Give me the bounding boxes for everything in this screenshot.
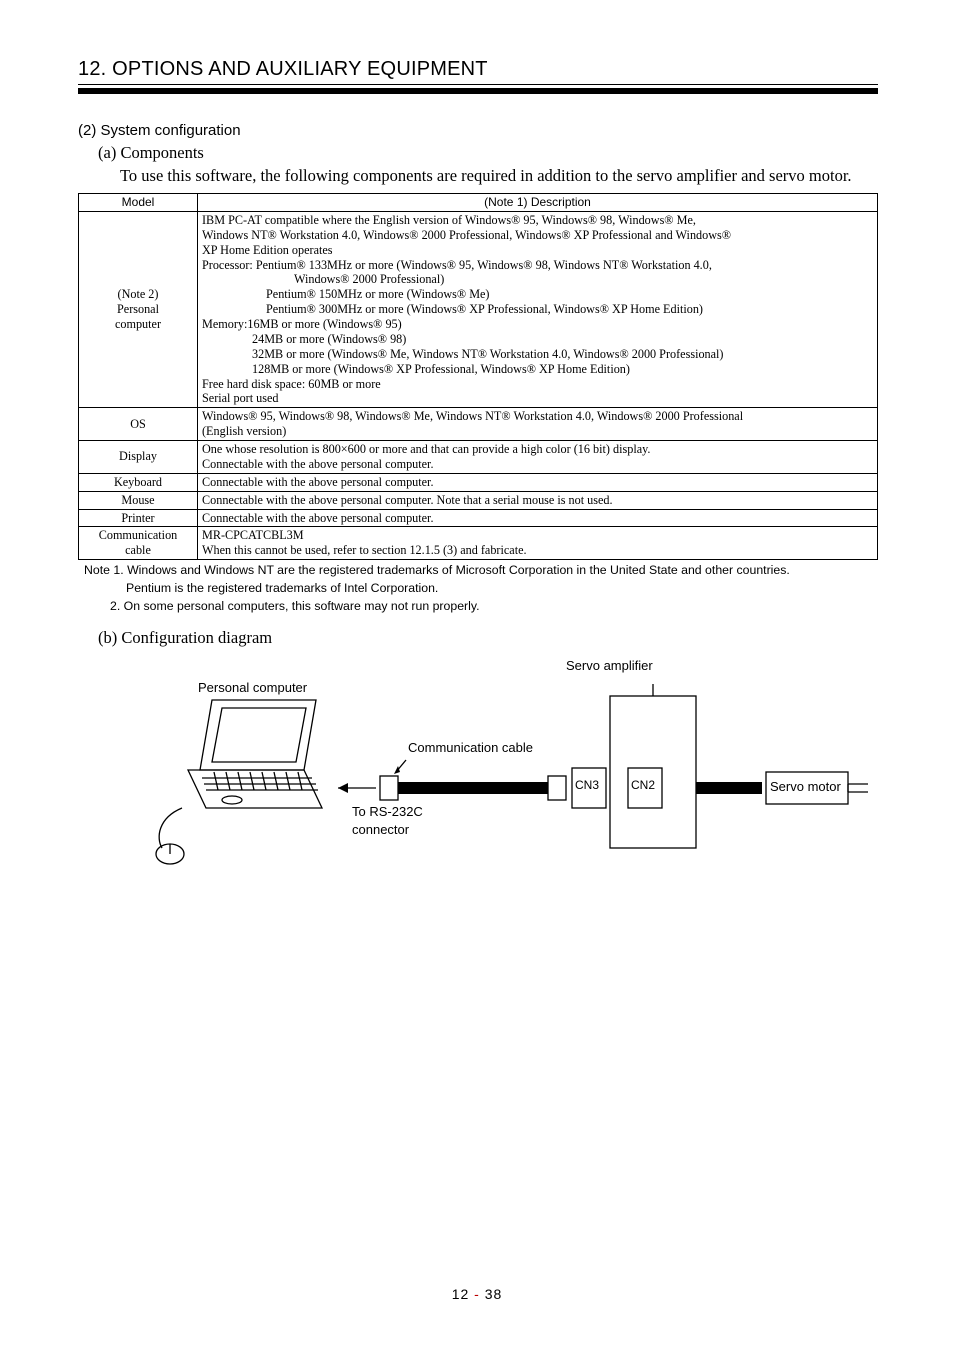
cell-keyboard-desc: Connectable with the above personal comp…: [198, 473, 878, 491]
label-cn3: CN3: [575, 778, 599, 792]
intro-text: To use this software, the following comp…: [120, 165, 878, 187]
table-row: Mouse Connectable with the above persona…: [79, 491, 878, 509]
cell-printer-desc: Connectable with the above personal comp…: [198, 509, 878, 527]
cell-cable-desc: MR-CPCATCBL3M When this cannot be used, …: [198, 527, 878, 560]
subheading-a: (a) Components: [98, 143, 878, 163]
note-2: 2. On some personal computers, this soft…: [110, 598, 878, 616]
label-connector: connector: [352, 822, 409, 837]
notes: Note 1. Windows and Windows NT are the r…: [78, 562, 878, 615]
cell-mouse-model: Mouse: [79, 491, 198, 509]
cell-keyboard-model: Keyboard: [79, 473, 198, 491]
th-desc: (Note 1) Description: [198, 194, 878, 212]
table-row: OS Windows® 95, Windows® 98, Windows® Me…: [79, 408, 878, 441]
label-cn2: CN2: [631, 778, 655, 792]
cell-display-model: Display: [79, 441, 198, 474]
cell-pc-model: (Note 2) Personal computer: [79, 211, 198, 407]
label-personal-computer: Personal computer: [198, 680, 307, 695]
label-servo-motor: Servo motor: [770, 779, 841, 794]
cell-os-model: OS: [79, 408, 198, 441]
label-to-rs232c: To RS-232C: [352, 804, 423, 819]
label-communication-cable: Communication cable: [408, 740, 533, 755]
configuration-diagram: Servo amplifier Personal computer Commun…: [148, 658, 878, 908]
cell-pc-desc: IBM PC-AT compatible where the English v…: [198, 211, 878, 407]
section-bar: [78, 88, 878, 94]
table-row: Display One whose resolution is 800×600 …: [79, 441, 878, 474]
table-row: (Note 2) Personal computer IBM PC-AT com…: [79, 211, 878, 407]
section-rule: [78, 84, 878, 85]
page-number: 12 - 38: [0, 1286, 954, 1302]
note-1b: Pentium is the registered trademarks of …: [126, 580, 878, 598]
label-servo-amplifier: Servo amplifier: [566, 658, 653, 673]
spec-table: Model (Note 1) Description (Note 2) Pers…: [78, 193, 878, 560]
table-row: Printer Connectable with the above perso…: [79, 509, 878, 527]
cell-os-desc: Windows® 95, Windows® 98, Windows® Me, W…: [198, 408, 878, 441]
cell-cable-model: Communication cable: [79, 527, 198, 560]
subheading-b: (b) Configuration diagram: [98, 628, 878, 648]
section-title: 12. OPTIONS AND AUXILIARY EQUIPMENT: [78, 58, 878, 84]
table-row: Communication cable MR-CPCATCBL3M When t…: [79, 527, 878, 560]
cell-printer-model: Printer: [79, 509, 198, 527]
cell-mouse-desc: Connectable with the above personal comp…: [198, 491, 878, 509]
th-model: Model: [79, 194, 198, 212]
note-1a: Note 1. Windows and Windows NT are the r…: [84, 562, 878, 580]
cell-display-desc: One whose resolution is 800×600 or more …: [198, 441, 878, 474]
table-row: Keyboard Connectable with the above pers…: [79, 473, 878, 491]
table-header-row: Model (Note 1) Description: [79, 194, 878, 212]
paragraph-number: (2) System configuration: [78, 122, 878, 139]
